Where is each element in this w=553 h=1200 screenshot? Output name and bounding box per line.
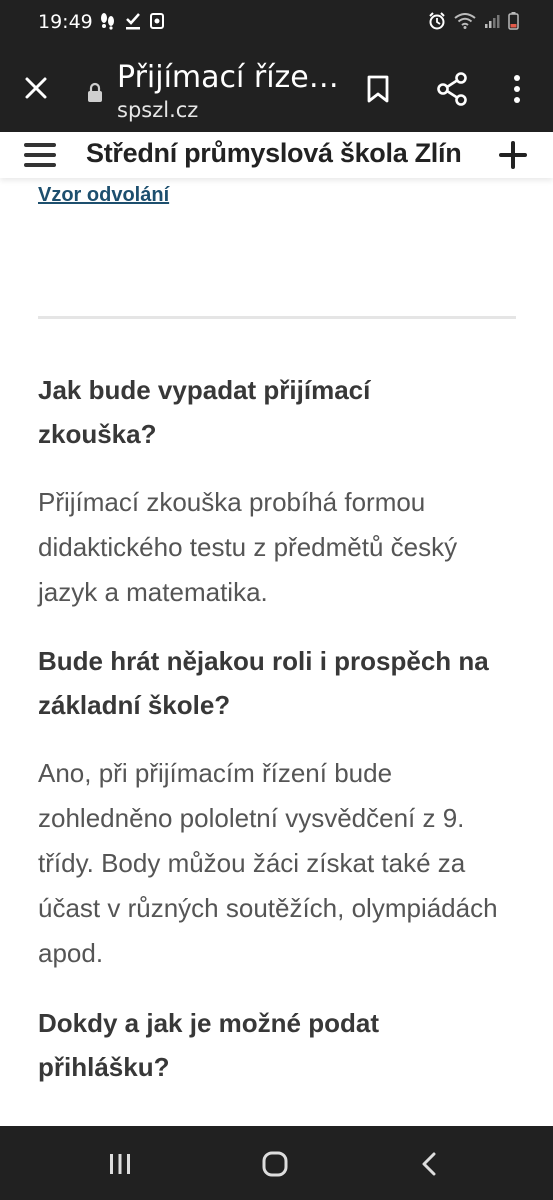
page-domain: spszl.cz: [117, 98, 199, 122]
navigation-bar: [0, 1126, 553, 1200]
status-notification-icons: [100, 12, 164, 30]
alarm-icon: [429, 12, 445, 30]
status-system-icons: [428, 12, 519, 30]
lock-icon: [88, 82, 102, 102]
faq-question-3: Dokdy a jak je možné podat přihlášku?: [38, 1008, 379, 1082]
site-header: Střední průmyslová škola Zlín: [0, 132, 553, 178]
faq-answer-1: Přijímací zkouška probíhá formou didakti…: [38, 487, 458, 607]
status-bar: 19:49: [0, 0, 553, 44]
check-download-icon: [126, 13, 140, 30]
menu-icon[interactable]: [24, 143, 56, 167]
steps-icon: [101, 13, 114, 30]
browser-toolbar: Přijímací říze… spszl.cz: [0, 44, 553, 132]
plus-icon[interactable]: [498, 140, 528, 170]
faq-question-2: Bude hrát nějakou roli i prospěch na zák…: [38, 646, 489, 720]
share-icon[interactable]: [436, 72, 468, 106]
more-vert-icon[interactable]: [510, 74, 524, 104]
camera-app-icon: [150, 13, 164, 29]
wifi-icon: [454, 13, 476, 29]
section-divider: [38, 316, 516, 319]
vzor-odvolani-link[interactable]: Vzor odvolání: [38, 184, 169, 207]
recent-apps-icon[interactable]: [108, 1153, 132, 1175]
battery-icon: [508, 12, 519, 30]
page-title: Přijímací říze…: [117, 60, 339, 95]
close-icon[interactable]: [22, 74, 50, 102]
status-time: 19:49: [38, 11, 93, 33]
faq-answer-2: Ano, při přijímacím řízení bude zohledně…: [38, 758, 498, 968]
home-icon[interactable]: [262, 1151, 288, 1177]
bookmark-icon[interactable]: [365, 74, 391, 104]
site-title[interactable]: Střední průmyslová škola Zlín: [86, 138, 462, 169]
back-icon[interactable]: [421, 1152, 437, 1176]
faq-question-1: Jak bude vypadat přijímací zkouška?: [38, 375, 371, 449]
signal-icon: [485, 15, 500, 28]
